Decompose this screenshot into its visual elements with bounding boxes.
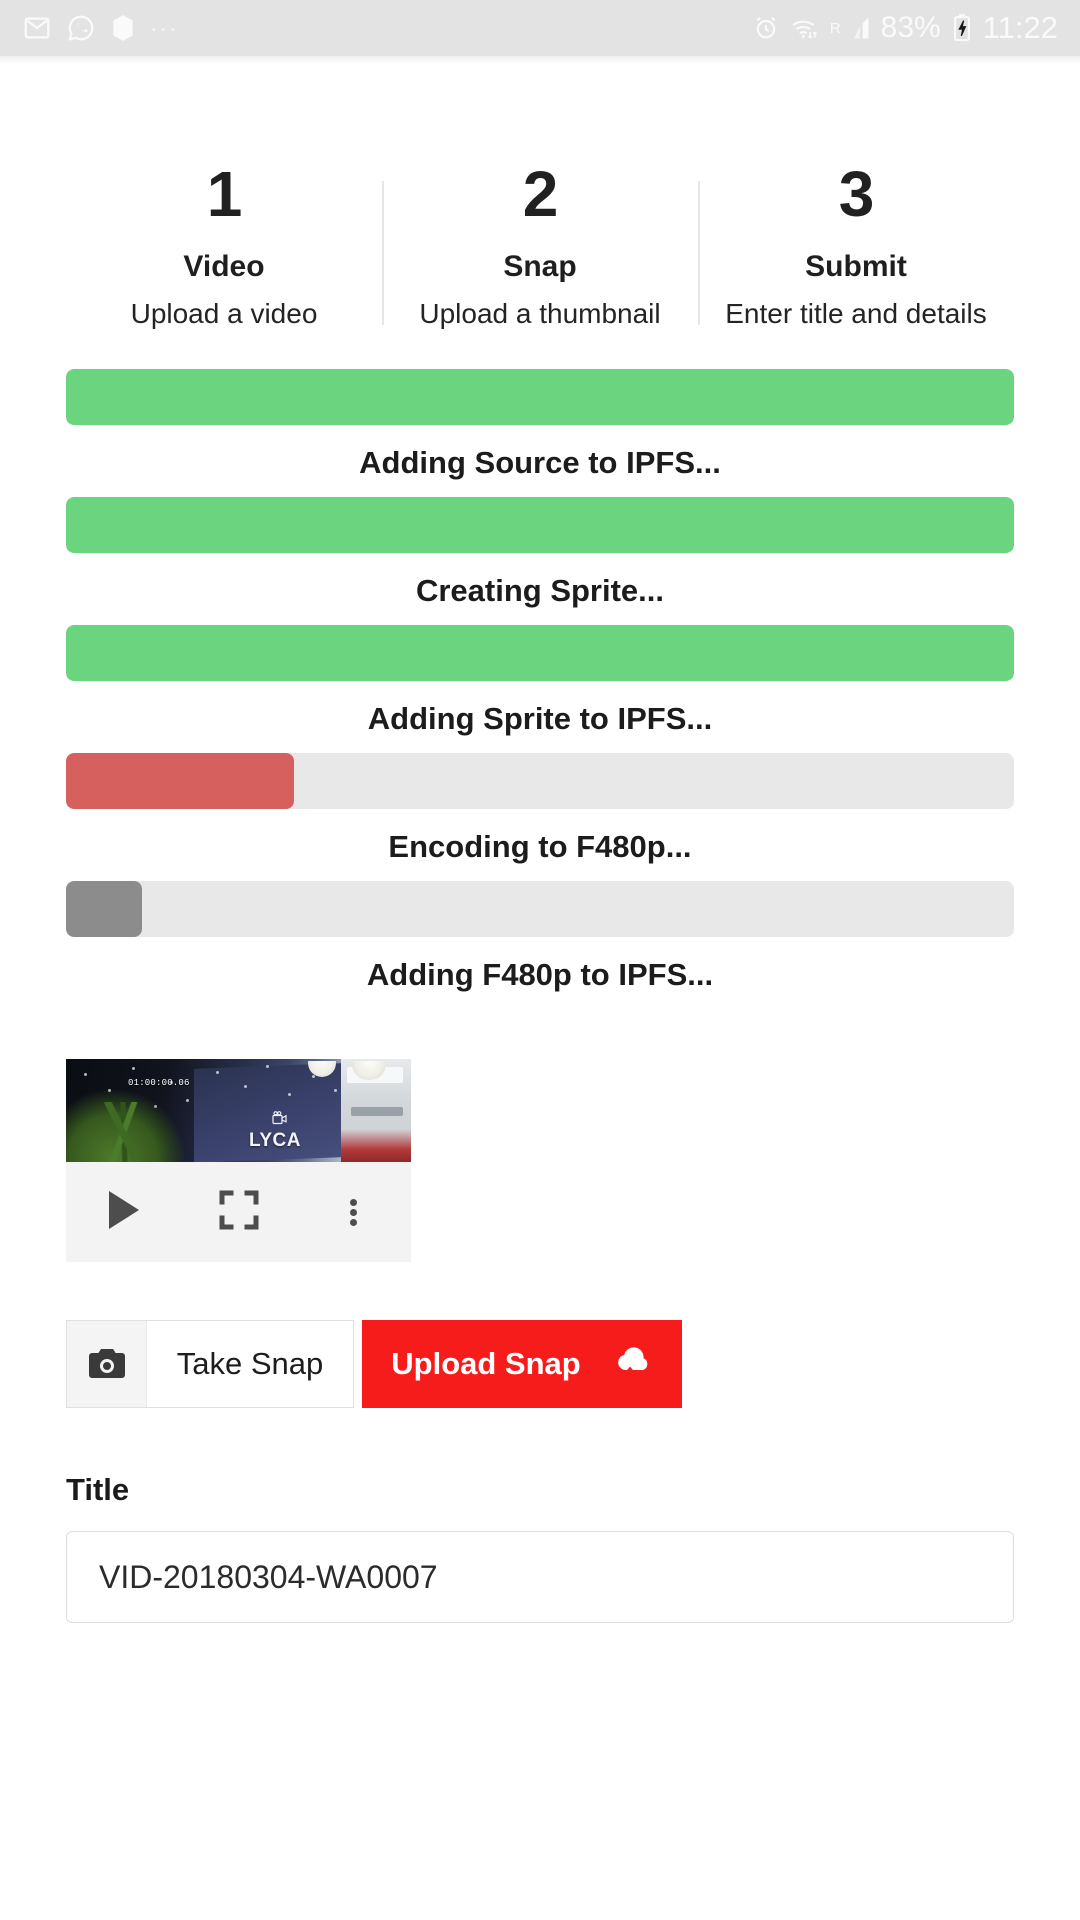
fullscreen-button[interactable]	[181, 1190, 296, 1235]
cloud-upload-icon	[607, 1345, 653, 1384]
battery-percent: 83%	[880, 11, 941, 44]
signal-icon	[845, 14, 871, 42]
step-video[interactable]: 1 Video Upload a video	[66, 159, 382, 339]
thumbnail-timecode: 01:00:00.06	[128, 1078, 190, 1088]
title-input[interactable]	[66, 1531, 1014, 1623]
kebab-menu-icon	[350, 1196, 357, 1229]
progress-item-encoding: Encoding to F480p...	[66, 753, 1014, 865]
step-submit[interactable]: 3 Submit Enter title and details	[698, 159, 1014, 339]
step-label: Snap	[503, 250, 577, 283]
status-bar-notifications: ...	[22, 7, 179, 43]
step-desc: Enter title and details	[725, 298, 987, 329]
step-desc: Upload a video	[130, 298, 318, 329]
wizard-stepper: 1 Video Upload a video 2 Snap Upload a t…	[66, 159, 1014, 339]
thumbnail-billboard-text: LYCA	[249, 1130, 301, 1151]
progress-fill	[66, 753, 294, 809]
progress-caption: Creating Sprite...	[415, 573, 665, 608]
upload-snap-label: Upload Snap	[391, 1346, 581, 1381]
title-label: Title	[66, 1472, 130, 1507]
step-number: 1	[206, 158, 243, 230]
overflow-dots-icon: ...	[150, 7, 179, 37]
thumbnail-camera-logo-icon	[272, 1111, 288, 1125]
step-label: Submit	[805, 250, 907, 283]
thumbnail-foliage	[66, 1090, 184, 1162]
video-player[interactable]: 01:00:00.06 LYCA	[66, 1059, 411, 1262]
step-number: 3	[838, 158, 875, 230]
video-thumbnail[interactable]: 01:00:00.06 LYCA	[66, 1059, 411, 1162]
video-preview-section: 01:00:00.06 LYCA	[66, 1059, 1014, 1262]
progress-fill	[66, 369, 1014, 425]
progress-track	[66, 369, 1014, 425]
progress-item-add-source: Adding Source to IPFS...	[66, 369, 1014, 481]
progress-caption: Adding Source to IPFS...	[359, 445, 721, 480]
play-button[interactable]	[66, 1189, 181, 1236]
progress-fill	[66, 497, 1014, 553]
status-bar-clock: 11:22	[982, 10, 1058, 45]
progress-caption: Encoding to F480p...	[388, 829, 692, 864]
gmail-icon	[22, 13, 52, 43]
wifi-icon	[790, 14, 820, 42]
progress-caption: Adding Sprite to IPFS...	[367, 701, 713, 736]
progress-item-creating-sprite: Creating Sprite...	[66, 497, 1014, 609]
upload-snap-button[interactable]: Upload Snap	[362, 1320, 682, 1408]
status-bar-system: R 83% 11:22	[752, 10, 1058, 46]
fullscreen-icon	[219, 1190, 259, 1235]
progress-track	[66, 753, 1014, 809]
progress-track	[66, 625, 1014, 681]
take-snap-label: Take Snap	[176, 1346, 324, 1381]
battery-charging-icon	[951, 13, 973, 43]
step-label: Video	[183, 250, 265, 283]
upload-wizard-page: 1 Video Upload a video 2 Snap Upload a t…	[0, 159, 1080, 1623]
app-icon	[110, 13, 136, 43]
step-number: 2	[522, 158, 559, 230]
play-icon	[105, 1189, 143, 1236]
status-bar: ... R 83% 11:22	[0, 0, 1080, 56]
title-field-group: Title	[66, 1472, 1014, 1623]
progress-fill	[66, 881, 142, 937]
alarm-icon	[752, 14, 780, 42]
step-snap[interactable]: 2 Snap Upload a thumbnail	[382, 159, 698, 339]
progress-item-add-f480p: Adding F480p to IPFS...	[66, 881, 1014, 993]
video-player-controls	[66, 1162, 411, 1262]
snap-actions: Take Snap Upload Snap	[66, 1320, 1014, 1408]
progress-track	[66, 881, 1014, 937]
step-desc: Upload a thumbnail	[419, 298, 661, 329]
progress-caption: Adding F480p to IPFS...	[366, 957, 714, 992]
take-snap-button[interactable]: Take Snap	[66, 1320, 354, 1408]
roaming-indicator: R	[829, 20, 841, 37]
more-options-button[interactable]	[296, 1196, 411, 1229]
pipeline-progress-list: Adding Source to IPFS... Creating Sprite…	[66, 369, 1014, 993]
progress-fill	[66, 625, 1014, 681]
progress-track	[66, 497, 1014, 553]
camera-icon	[67, 1321, 147, 1407]
whatsapp-icon	[66, 13, 96, 43]
progress-item-add-sprite: Adding Sprite to IPFS...	[66, 625, 1014, 737]
appbar-divider	[0, 56, 1080, 64]
